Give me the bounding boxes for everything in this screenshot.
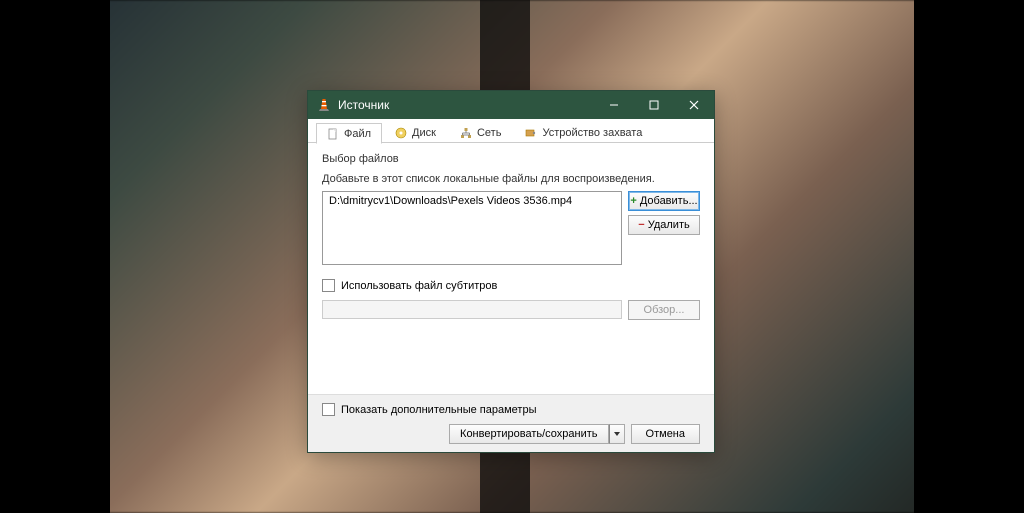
file-list[interactable]: D:\dmitrycv1\Downloads\Pexels Videos 353… [322, 191, 622, 265]
convert-save-button[interactable]: Конвертировать/сохранить [449, 424, 625, 444]
minus-icon: − [638, 219, 644, 231]
titlebar[interactable]: Источник [308, 91, 714, 119]
vlc-icon [316, 97, 332, 113]
convert-save-label[interactable]: Конвертировать/сохранить [449, 424, 609, 444]
tab-bar: Файл Диск Сеть Устройство захвата [308, 119, 714, 143]
dialog-window: Источник Файл Диск [307, 90, 715, 453]
subtitle-path-input [322, 300, 622, 319]
browse-button-label: Обзор... [644, 304, 685, 316]
file-selection-heading: Выбор файлов [322, 153, 700, 165]
disc-icon [395, 127, 407, 139]
convert-save-dropdown[interactable] [609, 424, 625, 444]
letterbox-left [0, 0, 110, 513]
remove-button-label: Удалить [648, 219, 690, 231]
cancel-button[interactable]: Отмена [631, 424, 700, 444]
plus-icon: + [630, 195, 636, 207]
close-button[interactable] [674, 91, 714, 119]
tab-capture-label: Устройство захвата [542, 127, 642, 139]
advanced-options-label: Показать дополнительные параметры [341, 404, 536, 416]
minimize-button[interactable] [594, 91, 634, 119]
dialog-footer: Показать дополнительные параметры Конвер… [308, 394, 714, 452]
tab-file[interactable]: Файл [316, 123, 382, 144]
window-title: Источник [338, 98, 594, 112]
maximize-button[interactable] [634, 91, 674, 119]
tab-disc-label: Диск [412, 127, 436, 139]
tab-disc[interactable]: Диск [384, 122, 447, 143]
subtitle-checkbox[interactable] [322, 279, 335, 292]
add-button-label: Добавить... [640, 195, 698, 207]
tab-content: Выбор файлов Добавьте в этот список лока… [308, 143, 714, 394]
advanced-options-checkbox[interactable] [322, 403, 335, 416]
tab-file-label: Файл [344, 128, 371, 140]
cancel-button-label: Отмена [646, 428, 685, 440]
file-list-item[interactable]: D:\dmitrycv1\Downloads\Pexels Videos 353… [329, 195, 615, 207]
remove-button[interactable]: − Удалить [628, 215, 700, 235]
file-icon [327, 128, 339, 140]
letterbox-right [914, 0, 1024, 513]
subtitle-checkbox-label: Использовать файл субтитров [341, 280, 497, 292]
file-selection-description: Добавьте в этот список локальные файлы д… [322, 173, 700, 185]
network-icon [460, 127, 472, 139]
browse-subtitle-button: Обзор... [628, 300, 700, 320]
tab-network[interactable]: Сеть [449, 122, 512, 143]
add-button[interactable]: + Добавить... [628, 191, 700, 211]
tab-capture[interactable]: Устройство захвата [514, 122, 653, 143]
tab-network-label: Сеть [477, 127, 501, 139]
capture-icon [525, 127, 537, 139]
